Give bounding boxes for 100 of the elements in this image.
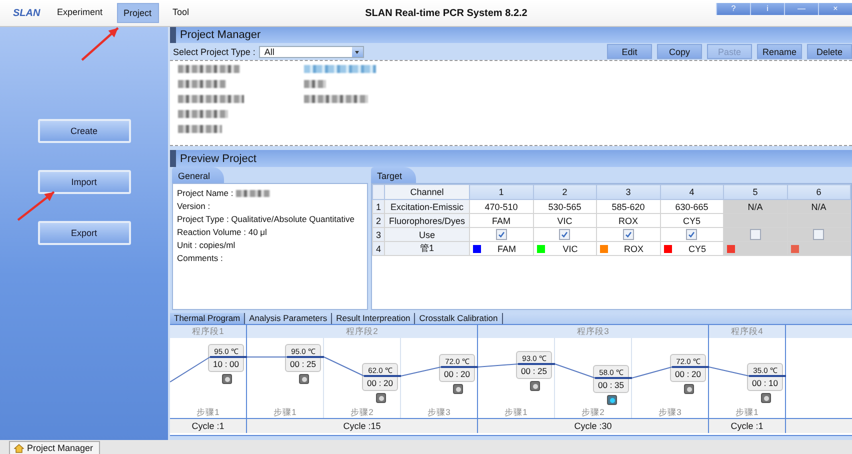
step-label: 步骤1 bbox=[504, 406, 528, 418]
caret-icon bbox=[352, 46, 364, 56]
hold-time-value[interactable]: 10 : 00 bbox=[213, 358, 239, 371]
ramp-line bbox=[554, 364, 596, 378]
ramp-line bbox=[170, 356, 210, 382]
toolbar-button[interactable]: Copy bbox=[657, 44, 702, 59]
column-header: Channel bbox=[384, 184, 470, 200]
section-title: Preview Project bbox=[180, 152, 256, 164]
sidebar-button[interactable]: Export bbox=[38, 221, 130, 245]
toolbar-button[interactable]: Delete bbox=[807, 44, 852, 59]
data-collection-toggle[interactable] bbox=[684, 384, 694, 394]
plateau-line bbox=[210, 356, 247, 358]
data-collection-toggle[interactable] bbox=[761, 393, 771, 403]
blurred-text bbox=[178, 125, 222, 133]
step-label: 步骤2 bbox=[350, 406, 374, 418]
plateau-line bbox=[287, 356, 324, 358]
blurred-text bbox=[236, 190, 270, 198]
hold-time-value[interactable]: 00 : 20 bbox=[675, 368, 701, 381]
ramp-line bbox=[400, 366, 442, 376]
column-header: 2 bbox=[533, 184, 596, 200]
hold-time-value[interactable]: 00 : 20 bbox=[444, 368, 470, 381]
table-cell: CY5 bbox=[660, 214, 724, 228]
toolbar-button[interactable]: Rename bbox=[757, 44, 802, 59]
stage-label: 程序段3 bbox=[478, 325, 709, 338]
hold-time-value[interactable]: 00 : 10 bbox=[752, 377, 778, 390]
blurred-text bbox=[304, 95, 368, 103]
project-type-dropdown[interactable]: All bbox=[259, 46, 364, 58]
step-label: 步骤1 bbox=[196, 406, 220, 418]
info-text: Comments : bbox=[177, 252, 224, 264]
field-label: Select Project Type : bbox=[173, 46, 256, 56]
column-header: 4 bbox=[660, 184, 724, 200]
row-label: 管1 bbox=[384, 242, 470, 256]
home-icon bbox=[14, 444, 24, 452]
ramp-line bbox=[478, 364, 518, 368]
tab[interactable]: Thermal Program bbox=[170, 313, 246, 324]
section-title: Project Manager bbox=[180, 29, 261, 41]
hold-time-value[interactable]: 00 : 25 bbox=[521, 365, 547, 378]
app-logo: SLAN bbox=[13, 8, 42, 18]
menu-item[interactable]: Project bbox=[116, 3, 159, 23]
window-title: SLAN Real-time PCR System 8.2.2 bbox=[365, 8, 528, 18]
panel-tab[interactable]: General bbox=[172, 167, 224, 183]
toolbar-button[interactable]: Edit bbox=[607, 44, 652, 59]
data-collection-toggle[interactable] bbox=[222, 374, 232, 384]
table-cell: FAM bbox=[470, 214, 533, 228]
info-text: Unit : copies/ml bbox=[177, 239, 236, 251]
blurred-text bbox=[178, 110, 228, 118]
row-label: Fluorophores/Dyes bbox=[384, 214, 470, 228]
checkbox[interactable] bbox=[559, 229, 570, 240]
status-tab[interactable]: Project Manager bbox=[9, 441, 100, 454]
step-label: 步骤2 bbox=[582, 406, 604, 418]
checkbox[interactable] bbox=[813, 229, 824, 240]
data-collection-toggle[interactable] bbox=[607, 395, 617, 405]
table-cell: N/A bbox=[724, 200, 787, 214]
table-cell: VIC bbox=[533, 214, 596, 228]
checkbox[interactable] bbox=[496, 229, 507, 240]
sidebar-button[interactable]: Import bbox=[38, 170, 130, 194]
table-cell: 530-565 bbox=[533, 200, 596, 214]
plateau-line bbox=[595, 377, 632, 379]
dye-name: CY5 bbox=[687, 244, 707, 254]
checkbox[interactable] bbox=[686, 229, 698, 240]
data-collection-toggle[interactable] bbox=[530, 381, 540, 391]
table-cell: ROX bbox=[596, 214, 660, 228]
step-label: 步骤1 bbox=[274, 406, 296, 418]
column-header: 1 bbox=[470, 184, 533, 200]
sidebar-button[interactable]: Create bbox=[38, 119, 130, 143]
dye-name: FAM bbox=[496, 244, 517, 254]
plateau-line bbox=[749, 375, 786, 377]
info-text: Project Name : bbox=[177, 188, 234, 198]
info-text: Reaction Volume : 40 μl bbox=[177, 226, 268, 238]
checkbox[interactable] bbox=[750, 229, 761, 240]
ramp-line bbox=[632, 366, 672, 378]
blurred-text bbox=[178, 95, 244, 103]
column-header: 5 bbox=[724, 184, 787, 200]
step-label: 步骤3 bbox=[428, 406, 450, 418]
row-label: Excitation-Emissic bbox=[384, 200, 470, 214]
step-label: 步骤3 bbox=[658, 406, 682, 418]
data-collection-toggle[interactable] bbox=[453, 384, 463, 394]
info-text: Version : bbox=[177, 200, 212, 212]
row-number: 3 bbox=[372, 228, 384, 242]
cycle-label: Cycle :15 bbox=[247, 418, 478, 433]
menu-item[interactable]: Tool bbox=[166, 3, 196, 23]
hold-time-value[interactable]: 00 : 20 bbox=[367, 377, 393, 390]
ramp-line bbox=[324, 356, 364, 376]
menu-item[interactable]: Experiment bbox=[51, 3, 109, 23]
stage-label: 程序段4 bbox=[709, 325, 786, 338]
table-cell: N/A bbox=[787, 200, 850, 214]
dye-name: VIC bbox=[562, 244, 579, 254]
blurred-text bbox=[178, 65, 240, 73]
ramp-line bbox=[246, 356, 288, 358]
table-cell: 630-665 bbox=[660, 200, 724, 214]
panel-tab[interactable]: Target bbox=[371, 167, 416, 183]
blurred-text bbox=[304, 80, 326, 88]
data-collection-toggle[interactable] bbox=[376, 393, 386, 403]
row-number: 2 bbox=[372, 214, 384, 228]
info-text: Project Type : Qualitative/Absolute Quantitative bbox=[177, 213, 356, 225]
checkbox[interactable] bbox=[622, 229, 634, 240]
hold-time-value[interactable]: 00 : 35 bbox=[598, 379, 624, 392]
cycle-label: Cycle :1 bbox=[170, 418, 247, 433]
data-collection-toggle[interactable] bbox=[299, 374, 309, 384]
hold-time-value[interactable]: 00 : 25 bbox=[290, 358, 316, 371]
